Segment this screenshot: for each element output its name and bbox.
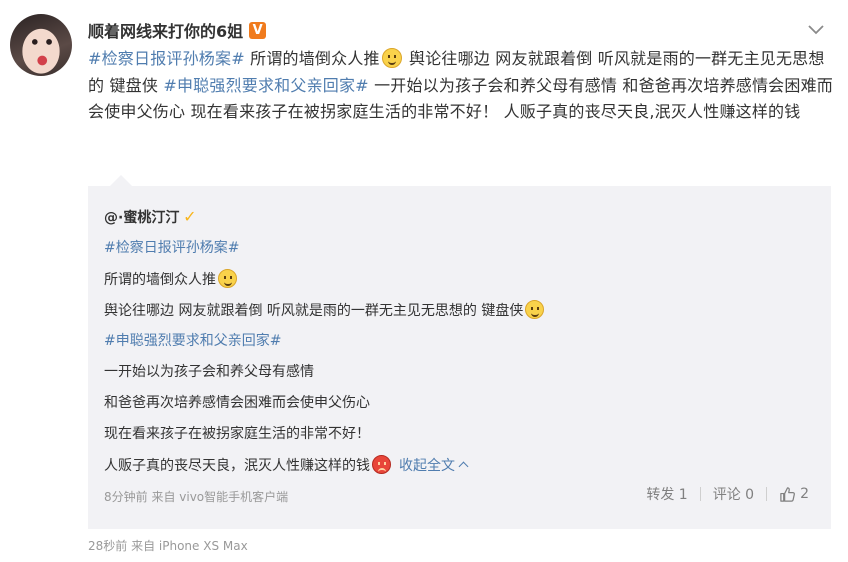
topic-link[interactable]: #申聪强烈要求和父亲回家# — [104, 333, 281, 349]
repost-meta: 8分钟前 来自 vivo智能手机客户端 — [104, 490, 289, 504]
collapse-text-button[interactable]: 收起全文 — [399, 458, 469, 474]
repost-line-text: 人贩子真的丧尽天良，泯灭人性赚这样的钱 — [104, 458, 370, 474]
like-count: 2 — [800, 486, 809, 502]
verified-badge-icon: V — [249, 21, 267, 39]
repost-author-row: @·蜜桃汀汀 ✓ — [104, 207, 197, 227]
repost-line: 一开始以为孩子会和养父母有感情 — [104, 362, 314, 382]
repost-line: 现在看来孩子在被拐家庭生活的非常不好！ — [104, 424, 370, 444]
post-text: #检察日报评孙杨案# 所谓的墙倒众人推 舆论往哪边 网友就跟着倒 听风就是雨的一… — [88, 46, 833, 126]
repost-line: 舆论往哪边 网友就跟着倒 听风就是雨的一群无主见无思想的 键盘侠 — [104, 300, 546, 321]
post-menu-button[interactable] — [806, 20, 826, 40]
divider — [699, 487, 701, 501]
chevron-up-icon — [458, 461, 469, 472]
repost-line-text: 和爸爸再次培养感情会困难而会使申父伤心 — [104, 395, 370, 411]
chevron-down-icon — [808, 25, 824, 35]
collapse-label: 收起全文 — [399, 458, 455, 474]
smile-emoji-icon — [525, 300, 545, 319]
repost-line-text: 舆论往哪边 网友就跟着倒 听风就是雨的一群无主见无思想的 键盘侠 — [104, 303, 524, 319]
repost-actions: 转发 1 评论 0 2 — [646, 484, 809, 504]
smile-emoji-icon — [381, 48, 402, 68]
author-name[interactable]: 顺着网线来打你的6姐 — [88, 18, 243, 42]
repost-button[interactable]: 转发 1 — [646, 484, 687, 504]
verified-badge-icon: ✓ — [183, 207, 197, 226]
topic-link[interactable]: #申聪强烈要求和父亲回家# — [163, 76, 368, 95]
angry-emoji-icon — [372, 455, 391, 474]
reposted-content: @·蜜桃汀汀 ✓ #检察日报评孙杨案# 所谓的墙倒众人推 舆论往哪边 网友就跟着… — [88, 186, 831, 529]
repost-line-text: 现在看来孩子在被拐家庭生活的非常不好！ — [104, 426, 370, 442]
repost-author-name[interactable]: @·蜜桃汀汀 — [104, 207, 179, 227]
smile-emoji-icon — [218, 269, 237, 288]
repost-pointer — [110, 175, 132, 186]
author-row: 顺着网线来打你的6姐 V — [88, 18, 267, 42]
divider — [766, 487, 768, 501]
repost-line: 人贩子真的丧尽天良，泯灭人性赚这样的钱 收起全文 — [104, 455, 469, 476]
like-button[interactable]: 2 — [779, 486, 809, 503]
repost-line: #申聪强烈要求和父亲回家# — [104, 331, 281, 351]
post-meta: 28秒前 来自 iPhone XS Max — [88, 539, 248, 553]
repost-line: #检察日报评孙杨案# — [104, 238, 239, 258]
repost-line-text: 一开始以为孩子会和养父母有感情 — [104, 364, 314, 380]
topic-link[interactable]: #检察日报评孙杨案# — [104, 240, 239, 256]
repost-line: 所谓的墙倒众人推 — [104, 269, 239, 290]
topic-link[interactable]: #检察日报评孙杨案# — [88, 49, 245, 68]
comment-button[interactable]: 评论 0 — [713, 484, 754, 504]
repost-line: 和爸爸再次培养感情会困难而会使申父伤心 — [104, 393, 370, 413]
thumbs-up-icon — [780, 486, 796, 502]
repost-line-text: 所谓的墙倒众人推 — [104, 272, 216, 288]
author-avatar[interactable] — [10, 14, 72, 76]
post-text-segment: 所谓的墙倒众人推 — [244, 49, 380, 68]
